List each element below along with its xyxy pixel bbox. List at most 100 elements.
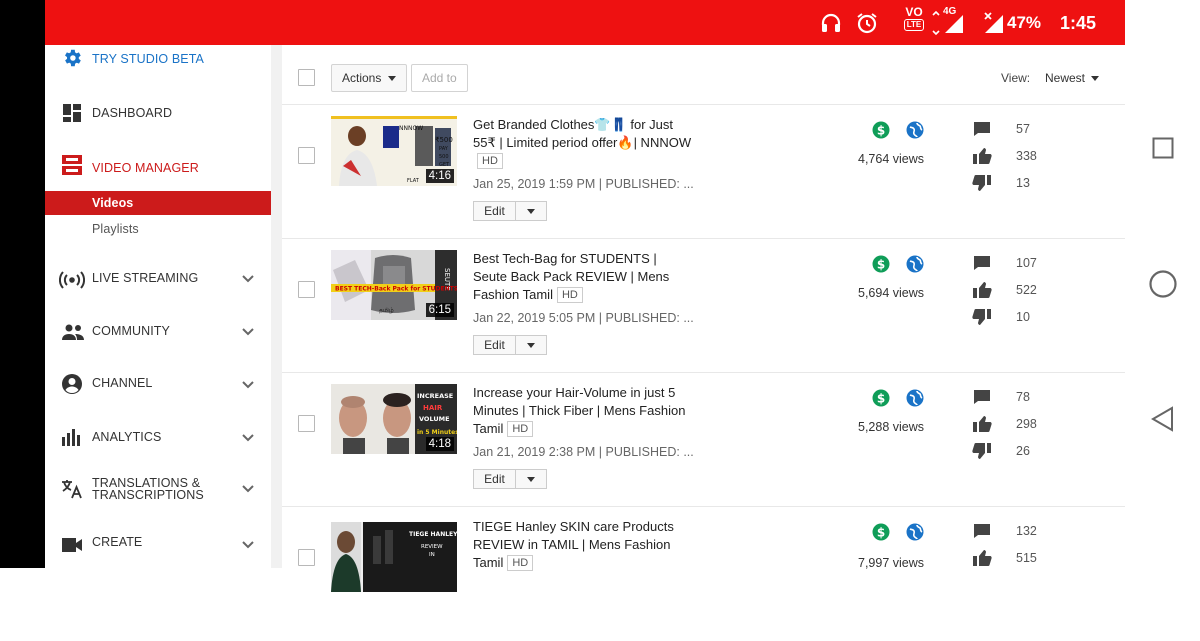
sidebar-divider [271,45,282,568]
video-thumbnail[interactable]: INCREASE HAIR VOLUME in 5 Minutes 4:18 [331,384,457,454]
row-checkbox[interactable] [298,281,315,298]
recents-button[interactable] [1147,132,1179,164]
analytics-icon [61,426,83,448]
video-thumbnail[interactable]: NNNOW ₹500 PAY 500 GET FLAT 4:16 [331,116,457,186]
video-thumbnail[interactable]: SEUTE BEST TECH-Back Pack for STUDENTS த… [331,250,457,320]
video-date: Jan 21, 2019 2:38 PM [473,445,596,459]
like-icon [972,147,992,165]
chevron-down-icon [242,328,254,336]
svg-text:BEST TECH-Back Pack for STUDEN: BEST TECH-Back Pack for STUDENTS [335,286,457,293]
svg-text:in 5 Minutes: in 5 Minutes [417,429,457,436]
video-title[interactable]: Get Branded Clothes👕👖 for Just 55₹ | Lim… [473,116,693,170]
sidebar-item-analytics[interactable]: ANALYTICS [45,423,271,451]
select-all-checkbox[interactable] [298,69,315,86]
chevron-down-icon [242,381,254,389]
sidebar-item-create[interactable]: CREATE [45,529,271,557]
volte-badge: VO LTE [903,5,925,31]
like-count: 338 [1016,149,1037,163]
alarm-icon [855,8,879,38]
sidebar-item-label: LIVE STREAMING [92,271,199,285]
sidebar-item-label: CHANNEL [92,376,153,390]
edit-dropdown-button[interactable] [516,470,546,488]
row-checkbox[interactable] [298,147,315,164]
video-title[interactable]: Increase your Hair-Volume in just 5 Minu… [473,384,693,438]
video-title[interactable]: Best Tech-Bag for STUDENTS | Seute Back … [473,250,693,304]
comment-count: 78 [1016,390,1030,404]
svg-text:TIEGE HANLEY: TIEGE HANLEY [409,531,457,538]
home-button[interactable] [1147,268,1179,300]
sidebar-item-channel[interactable]: CHANNEL [45,370,271,398]
sidebar: TRY STUDIO BETA DASHBOARD VIDEO MANAGER … [45,45,271,568]
sidebar-item-label: ANALYTICS [92,430,162,444]
edit-button-group: Edit [473,201,547,221]
view-sort-dropdown[interactable]: Newest [1045,71,1100,85]
battery-percent: 47% [1007,13,1042,32]
video-manager-icon [61,154,83,176]
sidebar-item-dashboard[interactable]: DASHBOARD [45,97,271,125]
video-duration: 6:15 [425,303,454,317]
comment-icon [972,120,992,138]
hd-badge: HD [556,287,583,303]
caret-down-icon [527,476,535,482]
sidebar-subitem-playlists[interactable]: Playlists [45,217,271,241]
comment-count: 132 [1016,524,1037,538]
sidebar-item-translations[interactable]: TRANSLATIONS & TRANSCRIPTIONS [45,473,271,503]
edit-button[interactable]: Edit [474,470,516,488]
sidebar-item-community[interactable]: COMMUNITY [45,317,271,345]
video-status: PUBLISHED: ... [605,445,694,459]
community-icon [61,321,85,343]
view-count: 4,764 views [858,152,925,166]
svg-text:IN: IN [429,552,435,558]
view-sort-value: Newest [1045,71,1086,85]
monetization-icon[interactable]: $ [872,121,890,139]
public-visibility-icon[interactable] [906,255,924,273]
svg-text:HAIR: HAIR [423,404,443,412]
edit-button[interactable]: Edit [474,336,516,354]
edit-dropdown-button[interactable] [516,336,546,354]
channel-icon [61,373,83,395]
view-count: 5,694 views [858,286,925,300]
public-visibility-icon[interactable] [906,389,924,407]
gear-icon [61,47,83,69]
cell-signal-noservice-icon [983,8,1005,38]
like-count: 298 [1016,417,1037,431]
edit-button[interactable]: Edit [474,202,516,220]
add-to-button[interactable]: Add to [411,64,468,92]
svg-text:INCREASE: INCREASE [417,392,453,400]
monetization-icon[interactable]: $ [872,523,890,541]
create-icon [61,534,83,556]
video-title[interactable]: TIEGE Hanley SKIN care Products REVIEW i… [473,518,693,572]
sidebar-item-label: COMMUNITY [92,324,170,338]
sidebar-item-label: Videos [92,196,134,210]
sidebar-item-live-streaming[interactable]: LIVE STREAMING [45,265,271,293]
actions-dropdown[interactable]: Actions [331,64,407,92]
clock: 1:45 [1060,12,1097,33]
monetization-icon[interactable]: $ [872,255,890,273]
edit-dropdown-button[interactable] [516,202,546,220]
public-visibility-icon[interactable] [906,523,924,541]
video-duration: 4:16 [425,169,454,183]
hd-badge: HD [477,153,503,169]
video-meta: Jan 25, 2019 1:59 PM | PUBLISHED: ... [473,177,694,191]
dislike-icon [972,442,992,460]
comment-icon [972,254,992,272]
row-checkbox[interactable] [298,549,315,566]
caret-down-icon [527,208,535,214]
sidebar-subitem-videos[interactable]: Videos [45,191,271,215]
dislike-count: 13 [1016,176,1030,190]
video-thumbnail[interactable]: TIEGE HANLEY REVIEW IN [331,522,457,592]
public-visibility-icon[interactable] [906,121,924,139]
monetization-icon[interactable]: $ [872,389,890,407]
sidebar-item-label: VIDEO MANAGER [92,161,199,175]
svg-text:500: 500 [439,154,449,160]
back-button[interactable] [1147,403,1179,435]
sidebar-item-video-manager[interactable]: VIDEO MANAGER [45,150,271,178]
row-checkbox[interactable] [298,415,315,432]
svg-text:GET: GET [439,162,450,168]
video-title-text: TIEGE Hanley SKIN care Products REVIEW i… [473,519,674,570]
dislike-count: 10 [1016,310,1030,324]
view-count: 5,288 views [858,420,925,434]
sidebar-item-try-studio-beta[interactable]: TRY STUDIO BETA [45,45,271,73]
wifi-signal-icon [930,8,942,38]
chevron-down-icon [242,541,254,549]
